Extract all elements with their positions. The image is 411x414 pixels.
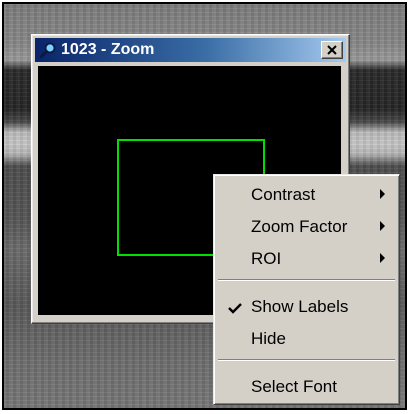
menu-item-label: Select Font — [251, 377, 337, 396]
close-icon — [327, 45, 337, 55]
menu-item-roi[interactable]: ROI — [217, 242, 396, 274]
magnifier-icon — [39, 41, 57, 59]
title-bar[interactable]: 1023 - Zoom — [35, 38, 346, 62]
menu-item-label: Show Labels — [251, 297, 349, 316]
menu-item-zoom-factor[interactable]: Zoom Factor — [217, 210, 396, 242]
close-button[interactable] — [321, 41, 343, 59]
menu-separator — [218, 359, 395, 361]
menu-item-contrast[interactable]: Contrast — [217, 178, 396, 210]
window-title: 1023 - Zoom — [61, 41, 155, 58]
menu-item-select-font[interactable]: Select Font — [217, 370, 396, 402]
menu-item-label: Zoom Factor — [251, 217, 348, 236]
checkmark-icon — [228, 299, 242, 319]
menu-separator — [218, 279, 395, 281]
submenu-arrow-icon — [380, 253, 385, 263]
screenshot-frame: 1023 - Zoom Contrast Zoom Factor ROI Sho… — [2, 2, 407, 410]
submenu-arrow-icon — [380, 221, 385, 231]
context-menu: Contrast Zoom Factor ROI Show Labels Hid… — [213, 174, 400, 405]
menu-item-label: Contrast — [251, 185, 316, 204]
submenu-arrow-icon — [380, 189, 385, 199]
menu-item-hide[interactable]: Hide — [217, 322, 396, 354]
menu-item-label: Hide — [251, 329, 286, 348]
menu-item-label: ROI — [251, 249, 282, 268]
menu-item-show-labels[interactable]: Show Labels — [217, 290, 396, 322]
